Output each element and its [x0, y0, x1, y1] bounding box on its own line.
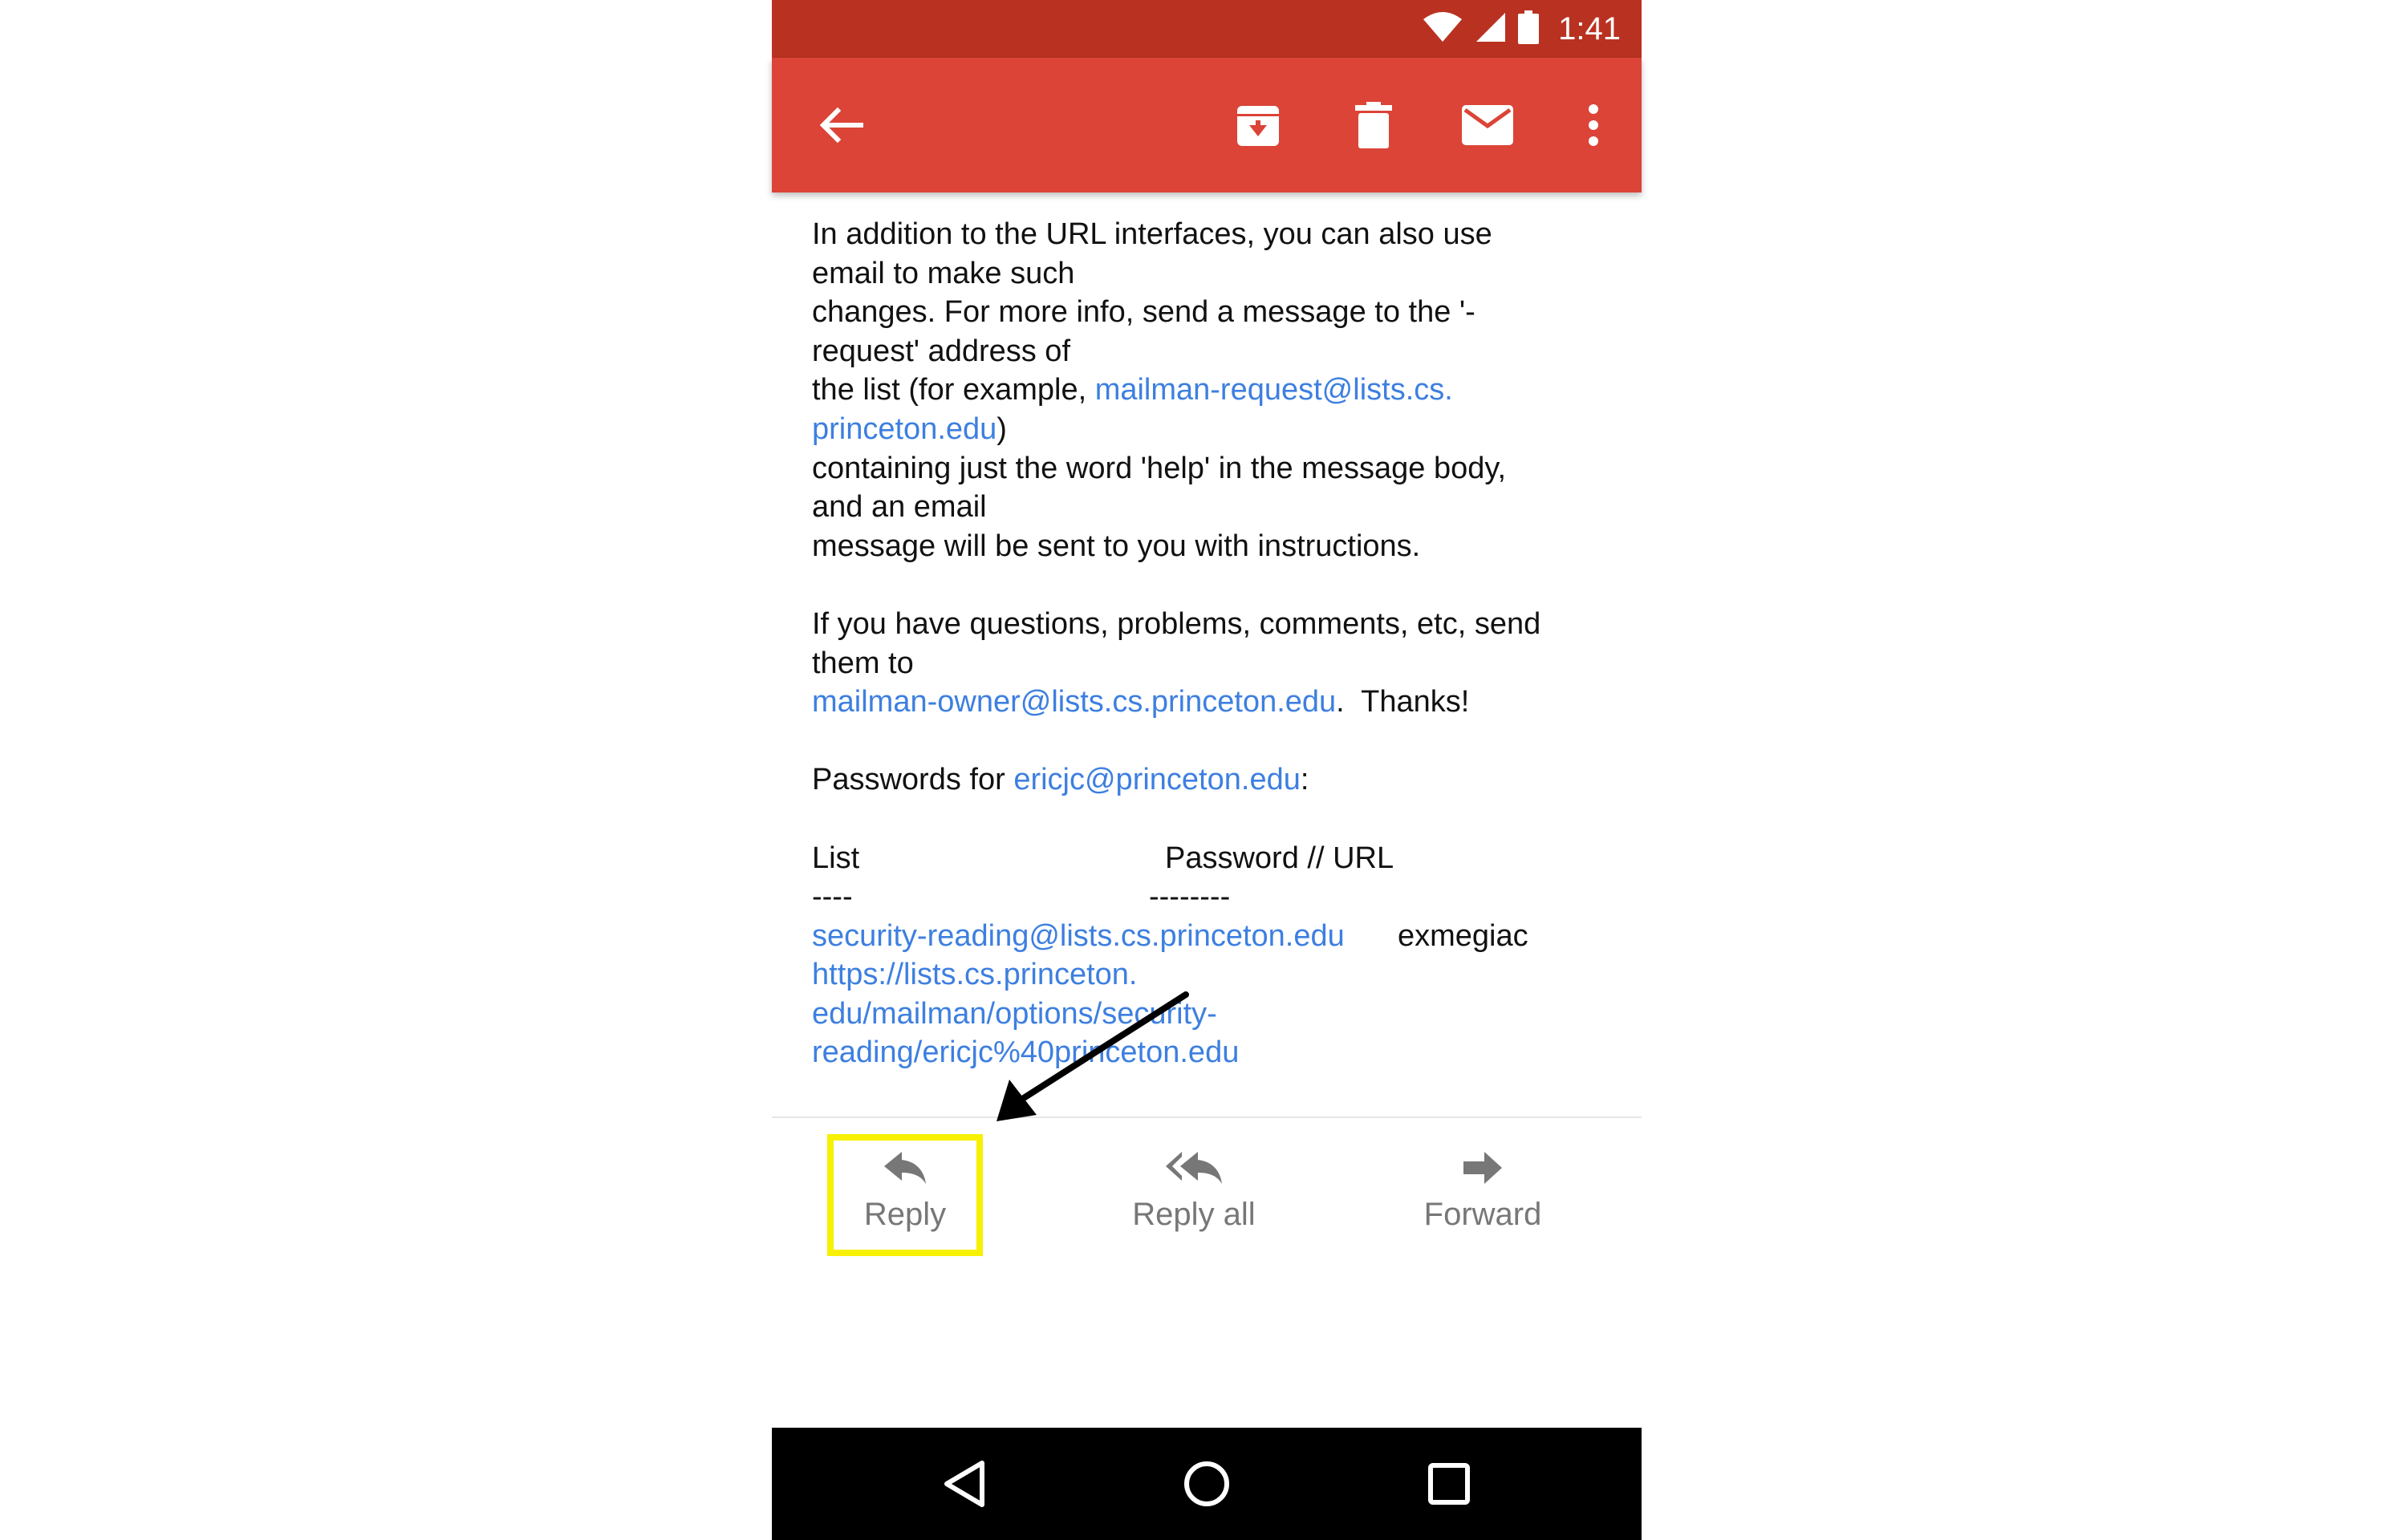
email-body: In addition to the URL interfaces, you c… [812, 215, 1614, 1072]
mailman-request-link-cont[interactable]: princeton.edu [812, 412, 996, 446]
system-nav-bar [772, 1428, 1642, 1540]
body-line: In addition to the URL interfaces, you c… [812, 217, 1492, 251]
body-line: email to make such [812, 256, 1075, 290]
body-line: princeton.edu) [812, 410, 1614, 449]
forward-icon [1463, 1152, 1502, 1184]
password-value: exmegiac [1398, 918, 1528, 953]
body-line: the list (for example, mailman-request@l… [812, 371, 1614, 410]
body-line: containing just the word 'help' in the m… [812, 451, 1507, 485]
signal-icon [1475, 11, 1507, 47]
forward-label: Forward [1423, 1197, 1542, 1232]
body-text: : [1300, 763, 1309, 797]
wifi-icon [1422, 11, 1463, 47]
delete-icon [1355, 102, 1392, 148]
reply-all-label: Reply all [1132, 1197, 1256, 1232]
nav-back-icon [944, 1461, 984, 1507]
divider [772, 1116, 1642, 1118]
reply-all-button[interactable]: Reply all [1098, 1150, 1290, 1254]
nav-recents-icon [1428, 1463, 1470, 1505]
mark-unread-icon [1462, 105, 1513, 145]
list-separator: ---- [812, 880, 853, 914]
table-row: security-reading@lists.cs.princeton.edu … [812, 917, 1614, 956]
status-bar: 1:41 [772, 0, 1642, 58]
nav-recents-button[interactable] [1417, 1452, 1481, 1516]
reply-all-icon [1166, 1152, 1222, 1184]
forward-button[interactable]: Forward [1386, 1150, 1579, 1254]
options-url-link-cont[interactable]: reading/ericjc%40princeton.edu [812, 1033, 1614, 1072]
nav-home-button[interactable] [1175, 1452, 1239, 1516]
app-bar [772, 58, 1642, 192]
security-reading-link[interactable]: security-reading@lists.cs.princeton.edu [812, 919, 1345, 953]
body-line: If you have questions, problems, comment… [812, 606, 1541, 641]
mark-unread-button[interactable] [1455, 93, 1520, 157]
status-time: 1:41 [1558, 10, 1621, 47]
delete-button[interactable] [1342, 93, 1406, 157]
battery-icon [1518, 10, 1540, 48]
table-header-row: List Password // URL [812, 839, 1614, 878]
phone-screen: 1:41 In addition to the URL interfaces, … [772, 0, 1642, 1540]
mailman-owner-link[interactable]: mailman-owner@lists.cs.princeton.edu [812, 685, 1336, 719]
password-separator: -------- [1149, 880, 1231, 914]
back-button[interactable] [809, 93, 873, 157]
body-line: mailman-owner@lists.cs.princeton.edu. Th… [812, 683, 1614, 722]
body-line: changes. For more info, send a message t… [812, 295, 1475, 330]
body-text: ) [996, 411, 1007, 446]
highlight-box [827, 1134, 983, 1256]
body-line: and an email [812, 490, 987, 525]
password-url-header: Password // URL [1165, 841, 1394, 875]
body-text: the list (for example, [812, 373, 1095, 407]
archive-button[interactable] [1226, 93, 1290, 157]
nav-home-icon [1184, 1461, 1229, 1506]
options-url-link-cont[interactable]: edu/mailman/options/security- [812, 995, 1614, 1034]
body-text: . Thanks! [1336, 685, 1470, 719]
body-line: them to [812, 646, 914, 680]
nav-back-button[interactable] [932, 1452, 996, 1516]
table-separator-row: ---- -------- [812, 877, 1614, 917]
body-line: Passwords for ericjc@princeton.edu: [812, 760, 1614, 800]
list-header: List [812, 841, 860, 875]
more-options-button[interactable] [1561, 93, 1626, 157]
more-vert-icon [1589, 104, 1598, 146]
body-line: request' address of [812, 334, 1070, 368]
mailman-request-link[interactable]: mailman-request@lists.cs. [1095, 373, 1453, 407]
options-url-link[interactable]: https://lists.cs.princeton. [812, 955, 1614, 995]
back-arrow-icon [819, 107, 863, 143]
archive-icon [1237, 106, 1279, 146]
ericjc-email-link[interactable]: ericjc@princeton.edu [1013, 763, 1301, 796]
body-line: message will be sent to you with instruc… [812, 529, 1421, 563]
body-text: Passwords for [812, 763, 1014, 797]
